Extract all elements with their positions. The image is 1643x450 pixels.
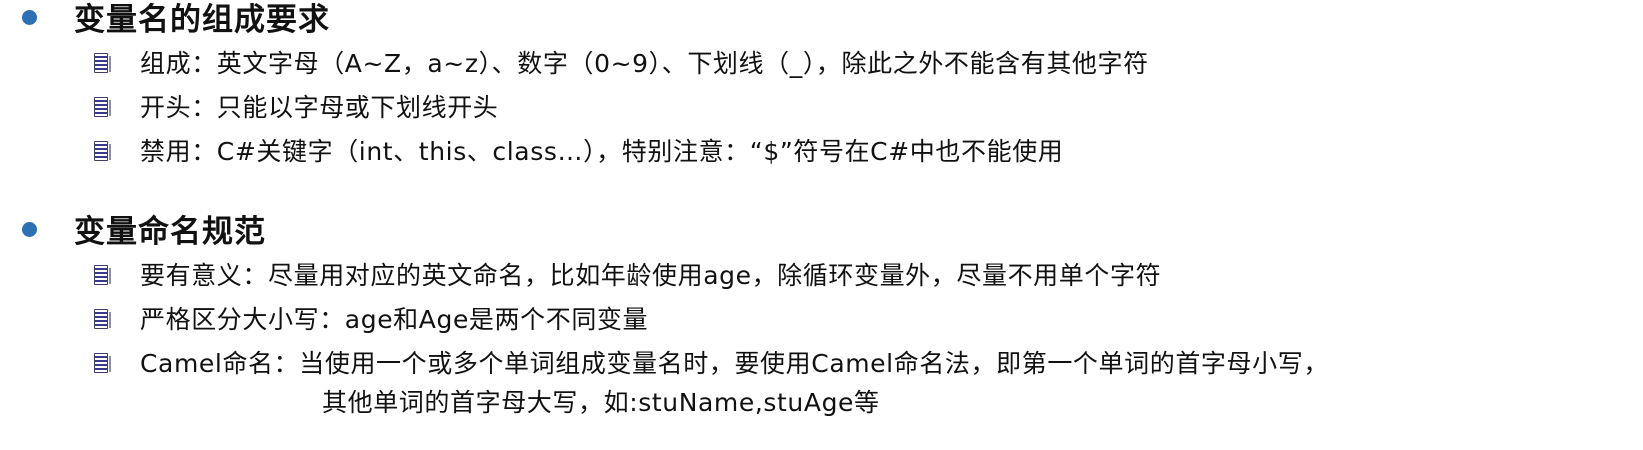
document-icon xyxy=(94,53,111,73)
list-item: 严格区分大小写：age和Age是两个不同变量 xyxy=(0,298,1643,342)
list-item: 禁用：C#关键字（int、this、class…），特别注意：“$”符号在C#中… xyxy=(0,130,1643,174)
list-item-continuation: 其他单词的首字母大写，如:stuName,stuAge等 xyxy=(322,388,880,417)
list-item-text: 组成：英文字母（A~Z，a~z）、数字（0~9）、下划线（_），除此之外不能含有… xyxy=(140,49,1149,78)
list-item-text: 禁用：C#关键字（int、this、class…），特别注意：“$”符号在C#中… xyxy=(140,137,1064,166)
section-variable-name-requirements: 变量名的组成要求 组成：英文字母（A~Z，a~z）、数字（0~9）、下划线（_）… xyxy=(0,0,1643,166)
list-item-text: 开头：只能以字母或下划线开头 xyxy=(140,93,499,122)
list-item-text: Camel命名：当使用一个或多个单词组成变量名时，要使用Camel命名法，即第一… xyxy=(140,349,1329,378)
list-item: 要有意义：尽量用对应的英文命名，比如年龄使用age，除循环变量外，尽量不用单个字… xyxy=(0,254,1643,298)
document-icon xyxy=(94,97,111,117)
list-item: 开头：只能以字母或下划线开头 xyxy=(0,86,1643,130)
section-heading: 变量名的组成要求 xyxy=(74,2,330,38)
section-variable-naming-conventions: 变量命名规范 要有意义：尽量用对应的英文命名，比如年龄使用age，除循环变量外，… xyxy=(0,212,1643,417)
slide: 变量名的组成要求 组成：英文字母（A~Z，a~z）、数字（0~9）、下划线（_）… xyxy=(0,0,1643,450)
document-icon xyxy=(94,141,111,161)
list-item: 组成：英文字母（A~Z，a~z）、数字（0~9）、下划线（_），除此之外不能含有… xyxy=(0,42,1643,86)
section-heading: 变量命名规范 xyxy=(74,214,266,250)
bullet-dot-icon xyxy=(22,10,37,25)
bullet-dot-icon xyxy=(22,222,37,237)
list-item-text: 要有意义：尽量用对应的英文命名，比如年龄使用age，除循环变量外，尽量不用单个字… xyxy=(140,261,1162,290)
document-icon xyxy=(94,265,111,285)
list-item-text: 严格区分大小写：age和Age是两个不同变量 xyxy=(140,305,649,334)
document-icon xyxy=(94,309,111,329)
list-item: Camel命名：当使用一个或多个单词组成变量名时，要使用Camel命名法，即第一… xyxy=(0,342,1643,417)
document-icon xyxy=(94,353,111,373)
